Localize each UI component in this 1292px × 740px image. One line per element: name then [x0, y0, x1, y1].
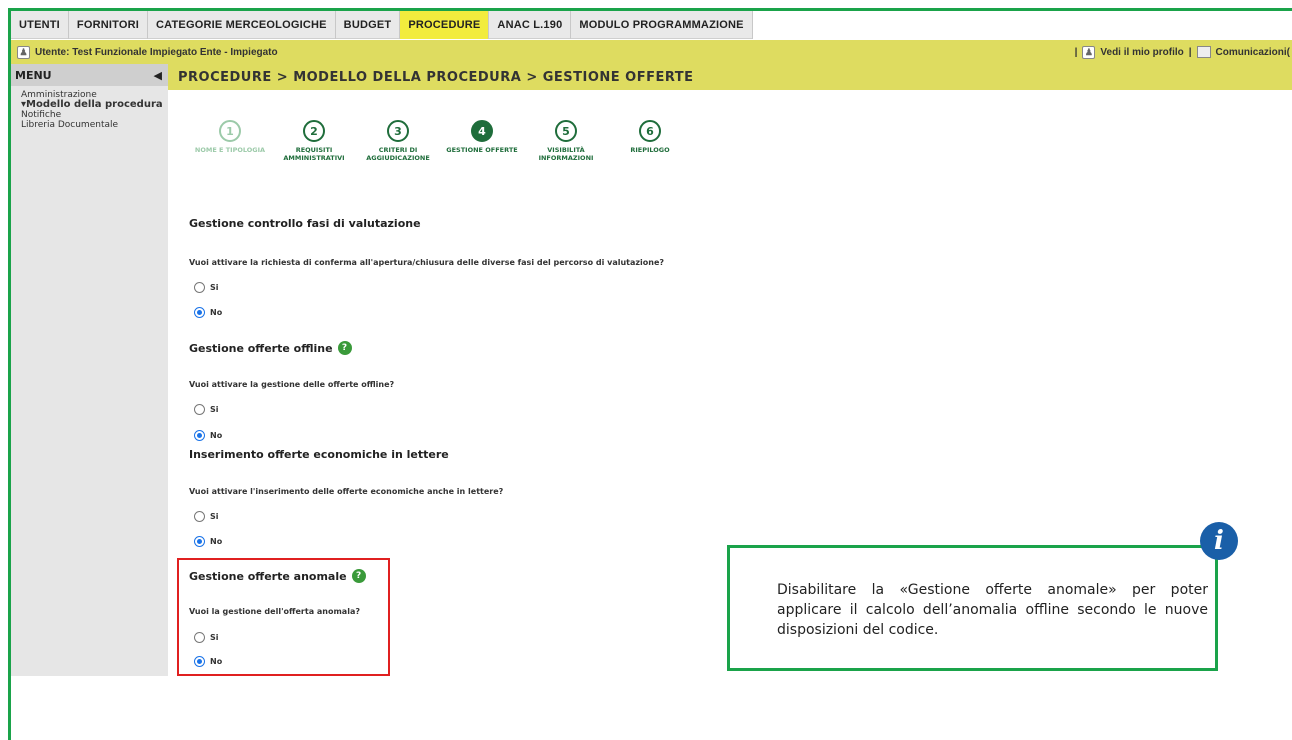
info-callout: Disabilitare la «Gestione offerte anomal… — [727, 545, 1218, 671]
radio-label: Si — [210, 283, 219, 292]
radio-label: No — [210, 431, 223, 440]
sidebar-item-libreria-documentale[interactable]: Libreria Documentale — [21, 120, 168, 130]
radio-label: No — [210, 537, 223, 546]
breadcrumb: PROCEDURE > MODELLO DELLA PROCEDURA > GE… — [168, 64, 1292, 90]
radio-option-si[interactable]: Si — [194, 404, 219, 415]
radio-option-no[interactable]: No — [194, 656, 222, 667]
tab-anac-l190[interactable]: ANAC L.190 — [489, 11, 572, 39]
section-title-text: Gestione controllo fasi di valutazione — [189, 217, 421, 230]
radio-button[interactable] — [194, 430, 205, 441]
step-2[interactable]: 2 REQUISITI AMMINISTRATIVI — [272, 120, 356, 162]
radio-button[interactable] — [194, 511, 205, 522]
question-label: Vuoi la gestione dell'offerta anomala? — [189, 607, 360, 616]
step-3[interactable]: 3 CRITERI DI AGGIUDICAZIONE — [356, 120, 440, 162]
radio-option-si[interactable]: Si — [194, 632, 219, 643]
radio-label: No — [210, 308, 223, 317]
question-label: Vuoi attivare la richiesta di conferma a… — [189, 258, 665, 267]
radio-option-si[interactable]: Si — [194, 511, 219, 522]
menu-header: MENU ◀ — [11, 64, 168, 86]
radio-option-no[interactable]: No — [194, 307, 222, 318]
step-label: VISIBILITÀ INFORMAZIONI — [538, 146, 594, 162]
help-icon[interactable]: ? — [337, 341, 352, 355]
step-label: REQUISITI AMMINISTRATIVI — [283, 146, 345, 162]
step-6[interactable]: 6 RIEPILOGO — [608, 120, 692, 162]
radio-label: Si — [210, 633, 219, 642]
section-title-text: Gestione offerte offline — [189, 341, 333, 355]
tab-modulo-programmazione[interactable]: MODULO PROGRAMMAZIONE — [571, 11, 753, 39]
sidebar-item-modello-procedura[interactable]: ▾Modello della procedura — [21, 100, 168, 110]
radio-button[interactable] — [194, 282, 205, 293]
question-label: Vuoi attivare la gestione delle offerte … — [189, 380, 395, 389]
step-4[interactable]: 4 GESTIONE OFFERTE — [440, 120, 524, 162]
step-1[interactable]: 1 NOME E TIPOLOGIA — [188, 120, 272, 162]
info-icon: i — [1200, 522, 1238, 560]
sidebar-item-notifiche[interactable]: Notifiche — [21, 110, 168, 120]
user-label: Utente: Test Funzionale Impiegato Ente -… — [35, 46, 278, 58]
info-text: Disabilitare la «Gestione offerte anomal… — [777, 582, 1208, 638]
tab-categorie-merceologiche[interactable]: CATEGORIE MERCEOLOGICHE — [148, 11, 336, 39]
tab-budget[interactable]: BUDGET — [336, 11, 401, 39]
radio-button[interactable] — [194, 656, 205, 667]
menu-label: MENU — [15, 68, 52, 82]
section-title-text: Inserimento offerte economiche in letter… — [189, 448, 449, 461]
step-number: 2 — [303, 120, 325, 142]
radio-button[interactable] — [194, 404, 205, 415]
communications-link[interactable]: Comunicazioni( — [1216, 47, 1290, 58]
user-bar: ♟ Utente: Test Funzionale Impiegato Ente… — [11, 40, 1292, 64]
step-label: RIEPILOGO — [630, 146, 670, 154]
section-title: Gestione controllo fasi di valutazione — [189, 217, 421, 230]
question-label: Vuoi attivare l'inserimento delle offert… — [189, 487, 504, 496]
radio-button[interactable] — [194, 536, 205, 547]
separator: | — [1188, 46, 1192, 58]
step-5[interactable]: 5 VISIBILITÀ INFORMAZIONI — [524, 120, 608, 162]
profile-link[interactable]: Vedi il mio profilo — [1100, 47, 1183, 58]
tab-procedure[interactable]: PROCEDURE — [400, 11, 490, 39]
step-label: NOME E TIPOLOGIA — [194, 146, 266, 154]
radio-button[interactable] — [194, 632, 205, 643]
top-navigation: UTENTI FORNITORI CATEGORIE MERCEOLOGICHE… — [11, 11, 753, 39]
sidebar: MENU ◀ Amministrazione ▾Modello della pr… — [11, 64, 168, 676]
section-title: Gestione offerte offline ? — [189, 341, 352, 355]
step-number: 6 — [639, 120, 661, 142]
wizard-steps: 1 NOME E TIPOLOGIA 2 REQUISITI AMMINISTR… — [188, 120, 692, 162]
section-title: Inserimento offerte economiche in letter… — [189, 448, 449, 461]
separator: | — [1074, 46, 1078, 58]
radio-label: Si — [210, 405, 219, 414]
step-label: GESTIONE OFFERTE — [446, 146, 518, 154]
step-number: 5 — [555, 120, 577, 142]
help-icon[interactable]: ? — [351, 569, 366, 583]
step-number: 3 — [387, 120, 409, 142]
radio-label: No — [210, 657, 223, 666]
radio-button[interactable] — [194, 307, 205, 318]
user-icon: ♟ — [17, 45, 30, 59]
step-label: CRITERI DI AGGIUDICAZIONE — [366, 146, 430, 162]
section-title-text: Gestione offerte anomale — [189, 569, 347, 583]
tab-fornitori[interactable]: FORNITORI — [69, 11, 149, 39]
step-number: 1 — [219, 120, 241, 142]
radio-option-si[interactable]: Si — [194, 282, 219, 293]
mail-icon — [1196, 46, 1211, 58]
radio-option-no[interactable]: No — [194, 536, 222, 547]
step-number: 4 — [471, 120, 493, 142]
tab-utenti[interactable]: UTENTI — [11, 11, 69, 39]
collapse-arrow-icon[interactable]: ◀ — [154, 69, 162, 82]
profile-icon: ♟ — [1082, 45, 1096, 59]
section-title: Gestione offerte anomale ? — [189, 569, 366, 583]
radio-option-no[interactable]: No — [194, 430, 222, 441]
radio-label: Si — [210, 512, 219, 521]
